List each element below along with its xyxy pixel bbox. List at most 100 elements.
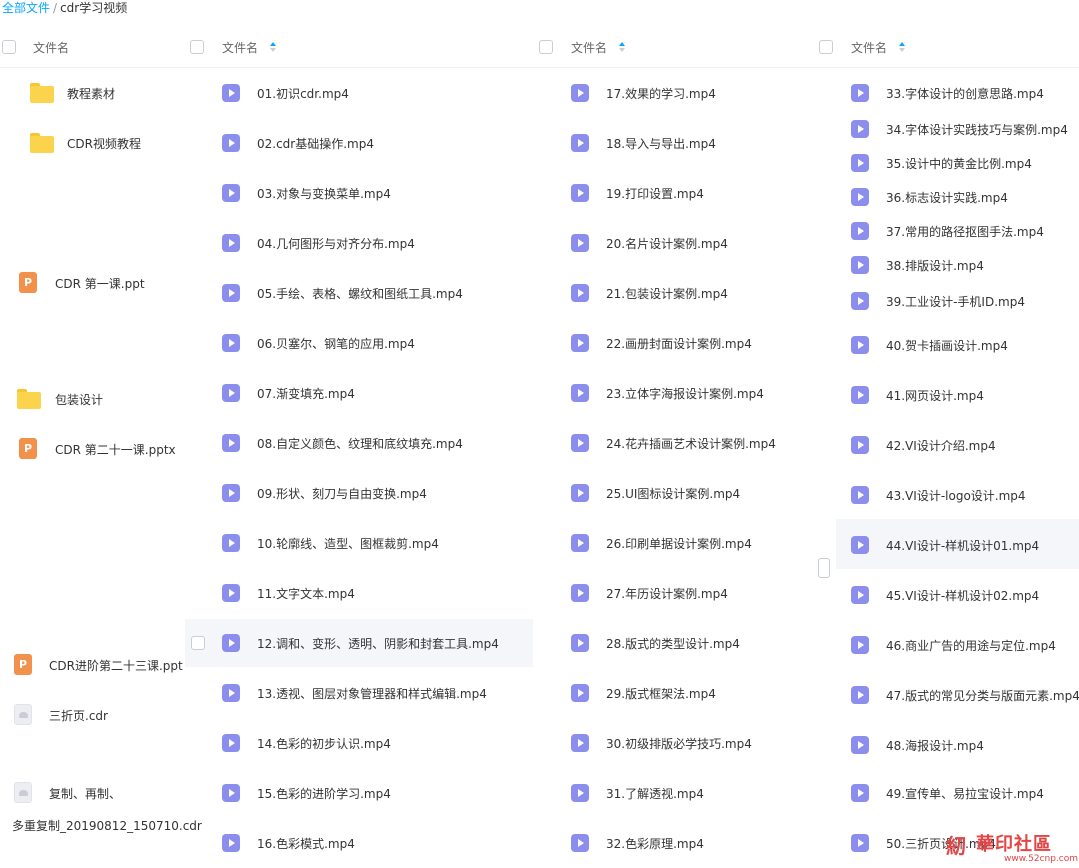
file-name[interactable]: 38.排版设计.mp4	[886, 257, 984, 274]
file-name[interactable]: 37.常用的路径抠图手法.mp4	[886, 223, 1044, 240]
file-name[interactable]: 32.色彩原理.mp4	[606, 835, 704, 852]
select-all-checkbox[interactable]	[190, 40, 204, 54]
video-file-icon	[851, 222, 869, 240]
ppt-file-icon: P	[19, 438, 37, 459]
video-file-icon	[571, 284, 589, 302]
file-name[interactable]: 12.调和、变形、透明、阴影和封套工具.mp4	[257, 635, 499, 652]
video-file-icon	[571, 784, 589, 802]
file-name[interactable]: 29.版式框架法.mp4	[606, 685, 716, 702]
file-name[interactable]: CDR进阶第二十三课.ppt	[49, 657, 183, 674]
file-name[interactable]: 41.网页设计.mp4	[886, 387, 984, 404]
video-file-icon	[222, 534, 240, 552]
video-file-icon	[571, 184, 589, 202]
file-name[interactable]: 36.标志设计实践.mp4	[886, 189, 1008, 206]
file-name[interactable]: 20.名片设计案例.mp4	[606, 235, 728, 252]
file-name[interactable]: 11.文字文本.mp4	[257, 585, 355, 602]
file-name[interactable]: 43.VI设计-logo设计.mp4	[886, 487, 1026, 504]
file-name[interactable]: 40.贺卡插画设计.mp4	[886, 337, 1008, 354]
file-name[interactable]: 03.对象与变换菜单.mp4	[257, 185, 391, 202]
file-name[interactable]: 16.色彩模式.mp4	[257, 835, 355, 852]
video-file-icon	[851, 336, 869, 354]
file-name[interactable]: 46.商业广告的用途与定位.mp4	[886, 637, 1056, 654]
file-name[interactable]: 26.印刷单据设计案例.mp4	[606, 535, 752, 552]
select-all-checkbox[interactable]	[2, 40, 16, 54]
file-name[interactable]: 教程素材	[67, 85, 115, 102]
file-name[interactable]: 10.轮廓线、造型、图框裁剪.mp4	[257, 535, 439, 552]
column-header-filename[interactable]: 文件名	[222, 39, 258, 56]
video-file-icon	[851, 256, 869, 274]
file-name[interactable]: 09.形状、刻刀与自由变换.mp4	[257, 485, 427, 502]
video-file-icon	[222, 634, 240, 652]
video-file-icon	[851, 486, 869, 504]
file-name[interactable]: 45.VI设计-样机设计02.mp4	[886, 587, 1039, 604]
file-name[interactable]: 14.色彩的初步认识.mp4	[257, 735, 391, 752]
file-name[interactable]: 39.工业设计-手机ID.mp4	[886, 293, 1025, 310]
file-name[interactable]: 44.VI设计-样机设计01.mp4	[886, 537, 1039, 554]
column-resize-handle[interactable]	[818, 558, 830, 578]
file-name[interactable]: 06.贝塞尔、钢笔的应用.mp4	[257, 335, 415, 352]
file-name[interactable]: 48.海报设计.mp4	[886, 737, 984, 754]
file-name[interactable]: 31.了解透视.mp4	[606, 785, 704, 802]
column-header-filename[interactable]: 文件名	[571, 39, 607, 56]
file-name[interactable]: 18.导入与导出.mp4	[606, 135, 716, 152]
file-name[interactable]: 28.版式的类型设计.mp4	[606, 635, 740, 652]
file-name[interactable]: 01.初识cdr.mp4	[257, 85, 349, 102]
file-name[interactable]: 三折页.cdr	[49, 707, 108, 724]
video-file-icon	[571, 84, 589, 102]
file-name[interactable]: 21.包装设计案例.mp4	[606, 285, 728, 302]
file-name[interactable]: 25.UI图标设计案例.mp4	[606, 485, 740, 502]
file-name[interactable]: 47.版式的常见分类与版面元素.mp4	[886, 687, 1079, 704]
video-file-icon	[222, 684, 240, 702]
video-file-icon	[851, 834, 869, 852]
file-name-continued[interactable]: 多重复制_20190812_150710.cdr	[12, 817, 202, 834]
file-name[interactable]: 08.自定义颜色、纹理和底纹填充.mp4	[257, 435, 463, 452]
column-header-filename[interactable]: 文件名	[33, 39, 69, 56]
file-name[interactable]: 包装设计	[55, 391, 103, 408]
file-name[interactable]: 15.色彩的进阶学习.mp4	[257, 785, 391, 802]
file-name[interactable]: 30.初级排版必学技巧.mp4	[606, 735, 752, 752]
file-name[interactable]: 13.透视、图层对象管理器和样式编辑.mp4	[257, 685, 487, 702]
folder-icon	[17, 389, 41, 409]
sort-icon[interactable]	[619, 42, 625, 52]
file-name[interactable]: 04.几何图形与对齐分布.mp4	[257, 235, 415, 252]
file-name[interactable]: 17.效果的学习.mp4	[606, 85, 716, 102]
video-file-icon	[222, 784, 240, 802]
file-name[interactable]: 复制、再制、	[49, 785, 121, 802]
sort-icon[interactable]	[270, 42, 276, 52]
video-file-icon	[851, 636, 869, 654]
sort-icon[interactable]	[899, 42, 905, 52]
file-name[interactable]: 33.字体设计的创意思路.mp4	[886, 85, 1044, 102]
file-name[interactable]: 24.花卉插画艺术设计案例.mp4	[606, 435, 776, 452]
cdr-file-icon	[14, 704, 32, 725]
file-name[interactable]: 22.画册封面设计案例.mp4	[606, 335, 752, 352]
file-name[interactable]: CDR视频教程	[67, 135, 141, 152]
file-name[interactable]: 07.渐变填充.mp4	[257, 385, 355, 402]
file-name[interactable]: 23.立体字海报设计案例.mp4	[606, 385, 764, 402]
column-header-filename[interactable]: 文件名	[851, 39, 887, 56]
breadcrumb-root[interactable]: 全部文件	[2, 1, 50, 15]
video-file-icon	[851, 292, 869, 310]
file-name[interactable]: 02.cdr基础操作.mp4	[257, 135, 374, 152]
video-file-icon	[571, 734, 589, 752]
file-name[interactable]: 19.打印设置.mp4	[606, 185, 704, 202]
file-name[interactable]: 49.宣传单、易拉宝设计.mp4	[886, 785, 1044, 802]
video-file-icon	[222, 434, 240, 452]
select-all-checkbox[interactable]	[819, 40, 833, 54]
file-name[interactable]: 42.VI设计介绍.mp4	[886, 437, 996, 454]
select-all-checkbox[interactable]	[539, 40, 553, 54]
ppt-file-icon: P	[14, 654, 32, 675]
file-name[interactable]: CDR 第一课.ppt	[55, 275, 145, 292]
file-name[interactable]: 27.年历设计案例.mp4	[606, 585, 728, 602]
cdr-file-icon	[14, 782, 32, 803]
video-file-icon	[851, 154, 869, 172]
video-file-icon	[222, 284, 240, 302]
file-name[interactable]: 34.字体设计实践技巧与案例.mp4	[886, 121, 1068, 138]
video-file-icon	[571, 684, 589, 702]
file-name[interactable]: CDR 第二十一课.pptx	[55, 441, 176, 458]
file-name[interactable]: 35.设计中的黄金比例.mp4	[886, 155, 1032, 172]
video-file-icon	[571, 434, 589, 452]
file-name[interactable]: 05.手绘、表格、螺纹和图纸工具.mp4	[257, 285, 463, 302]
video-file-icon	[571, 384, 589, 402]
row-checkbox[interactable]	[191, 636, 205, 650]
video-file-icon	[222, 84, 240, 102]
